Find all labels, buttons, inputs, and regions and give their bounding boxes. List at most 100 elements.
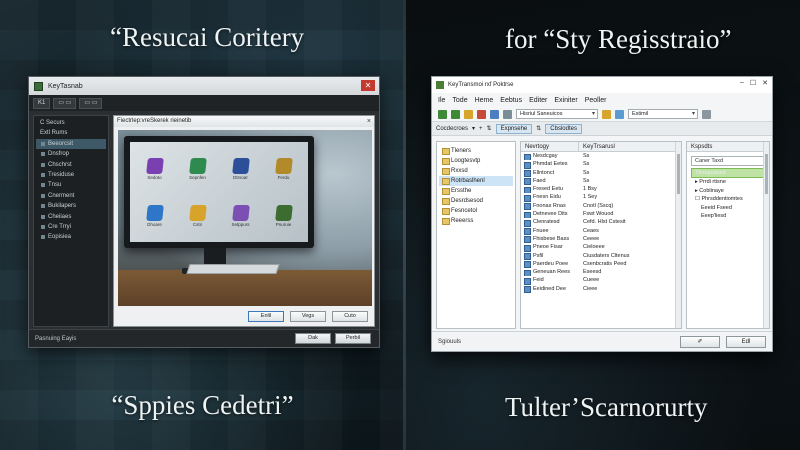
tree-item[interactable]: Reeerss	[439, 216, 513, 226]
toolbar-button[interactable]: ▭ ▭	[53, 97, 77, 109]
desktop-app[interactable]: Setppurs	[220, 193, 261, 238]
desktop-app[interactable]: Dhoare	[134, 193, 175, 238]
address-item[interactable]: ▾	[472, 125, 475, 132]
tree-item[interactable]: Rxxsd	[439, 166, 513, 176]
refresh-icon[interactable]	[702, 109, 711, 119]
dialog-button-2[interactable]: Vegs	[290, 311, 326, 322]
close-icon[interactable]: ×	[367, 116, 371, 127]
scrollbar[interactable]	[763, 142, 769, 328]
table-row[interactable]: Fnesn Eidu 1 Sey	[521, 193, 681, 202]
sidebar-item[interactable]: Tnsu	[36, 180, 106, 190]
minimize-icon[interactable]: –	[740, 79, 744, 87]
dialog-button-3[interactable]: Cuto	[332, 311, 368, 322]
table-row[interactable]: Ellntonct Ss	[521, 169, 681, 177]
menu-item[interactable]: Editer	[529, 97, 547, 104]
view-select[interactable]: Hisriul Saneuicos	[516, 109, 598, 119]
dialog-titlebar[interactable]: Fiectrlep:vreSkerek rieinetib ×	[114, 116, 374, 127]
table-row[interactable]: Psfil Ciusdaters Cltenus	[521, 252, 681, 260]
address-tab[interactable]: Cbslodtes	[545, 123, 582, 134]
sidebar-item[interactable]: Cheiiaes	[36, 212, 106, 222]
delete-icon[interactable]	[477, 109, 486, 119]
table-row[interactable]: Phmdat Eetes Ss	[521, 160, 681, 169]
sidebar-item[interactable]: Tresiduse	[36, 170, 106, 180]
column-header-value[interactable]: KeyTrsarusl	[579, 142, 615, 151]
folder-icon[interactable]	[464, 109, 473, 119]
close-button[interactable]: Edl	[726, 336, 766, 348]
table-row[interactable]: Detnevee Dits Fswt Wouod	[521, 210, 681, 219]
ok-button[interactable]: Dak	[295, 333, 331, 344]
paste-icon[interactable]	[503, 109, 512, 119]
tree-item[interactable]: Fesncetol	[439, 206, 513, 216]
address-item[interactable]: Cocdecroes	[436, 126, 468, 132]
menu-item[interactable]: Exiniter	[554, 97, 577, 104]
table-row[interactable]: Fhisbese Bass Ceeee	[521, 235, 681, 244]
dialog-button-1[interactable]: Enlil	[248, 311, 284, 322]
sidebar-item[interactable]: Bukilapers	[36, 201, 106, 211]
tree-item[interactable]: Rotrbaslhenl	[439, 176, 513, 186]
table-row[interactable]: Feid Cueee	[521, 276, 681, 285]
desktop-app[interactable]: Dtrsoar	[220, 146, 261, 191]
property-item[interactable]: Eeeid Fseed	[687, 204, 769, 213]
table-row[interactable]: Fnonas Rnas Cnotl (Sscq)	[521, 202, 681, 211]
table-row[interactable]: Geneuan Rees Eseesd	[521, 268, 681, 277]
table-row[interactable]: Fresed Eetu 1 Bsy	[521, 185, 681, 194]
table-row[interactable]: Paerdeu Poee Csenbcratis Peed	[521, 260, 681, 269]
property-item[interactable]: ▸ Coblinaye	[687, 187, 769, 196]
table-row[interactable]: Nesdcgay Ss	[521, 152, 681, 161]
copy-icon[interactable]	[490, 109, 499, 119]
cancel-button[interactable]: Perbil	[335, 333, 371, 344]
sidebar-item[interactable]: C Securs	[36, 118, 106, 128]
back-icon[interactable]	[438, 109, 447, 119]
tree-item[interactable]: Loogtesvtp	[439, 156, 513, 166]
maximize-icon[interactable]: ☐	[750, 79, 756, 87]
favorite-icon[interactable]	[602, 109, 611, 119]
menu-item[interactable]: Ile	[438, 97, 445, 104]
desktop-app[interactable]: Pnuruie	[263, 193, 304, 238]
property-item[interactable]: ☐ Phrsddentiomtes	[687, 195, 769, 204]
table-row[interactable]: Fnuee Ceaes	[521, 227, 681, 235]
column-header-name[interactable]: Nevrtogy	[521, 142, 579, 151]
properties-selected[interactable]: Tbnegudsed	[691, 168, 765, 178]
toolbar-button[interactable]: K1	[33, 97, 51, 109]
property-item[interactable]: Eeep'liesd	[687, 212, 769, 221]
sidebar-item[interactable]: Extl Rums	[36, 128, 106, 138]
sidebar-item[interactable]: Cre Trryi	[36, 222, 106, 232]
table-row[interactable]: Faed Ss	[521, 177, 681, 186]
search-icon[interactable]	[615, 109, 624, 119]
desktop-app[interactable]: Sepnfen	[177, 146, 218, 191]
table-row[interactable]: Clenratesd Cefd. Hlst Cstesit	[521, 218, 681, 227]
desktop-app[interactable]: Sedoto	[134, 146, 175, 191]
edit-button[interactable]: ✐	[680, 336, 720, 348]
sidebar-item[interactable]: Eopisiea	[36, 232, 106, 242]
properties-search[interactable]: Caner Taxd	[691, 156, 765, 166]
scrollbar[interactable]	[675, 142, 681, 328]
left-window-titlebar[interactable]: KeyTasnab	[29, 77, 379, 95]
menu-item[interactable]: Heme	[475, 97, 494, 104]
address-item[interactable]: ⇅	[536, 125, 541, 132]
menu-item[interactable]: Tode	[452, 97, 467, 104]
desktop-app[interactable]: Ferdu	[263, 146, 304, 191]
filter-select[interactable]: Estimil	[628, 109, 698, 119]
forward-icon[interactable]	[451, 109, 460, 119]
toolbar-button[interactable]: ▭ ▭	[79, 97, 103, 109]
tree-item[interactable]: Erssthe	[439, 186, 513, 196]
close-button[interactable]: ✕	[361, 80, 375, 91]
desktop-app[interactable]: Cstir	[177, 193, 218, 238]
sidebar-item[interactable]: Cnerment	[36, 191, 106, 201]
menu-item[interactable]: Peoller	[585, 97, 607, 104]
menu-item[interactable]: Eebtus	[500, 97, 522, 104]
tree-item[interactable]: Tleners	[439, 146, 513, 156]
table-row[interactable]: Eeidined Dee Cieee	[521, 285, 681, 294]
close-icon[interactable]: ✕	[762, 79, 768, 87]
property-item[interactable]: ▸ Prrdi rtisne	[687, 178, 769, 187]
right-window-titlebar[interactable]: KeyTransmoi rxf Poktrse – ☐ ✕	[432, 77, 772, 93]
app-icon	[274, 204, 293, 221]
sidebar-item[interactable]: Dnsfrop	[36, 149, 106, 159]
sidebar-item[interactable]: Beeorcsit	[36, 138, 106, 150]
address-tab[interactable]: Expnsehe	[495, 123, 533, 134]
address-item[interactable]: ⇅	[487, 125, 492, 132]
table-row[interactable]: Pneoe Fisar Cieloeee	[521, 243, 681, 252]
tree-item[interactable]: Desrdsesod	[439, 196, 513, 206]
sidebar-item[interactable]: Chschrst	[36, 160, 106, 170]
address-item[interactable]: +	[479, 126, 483, 132]
